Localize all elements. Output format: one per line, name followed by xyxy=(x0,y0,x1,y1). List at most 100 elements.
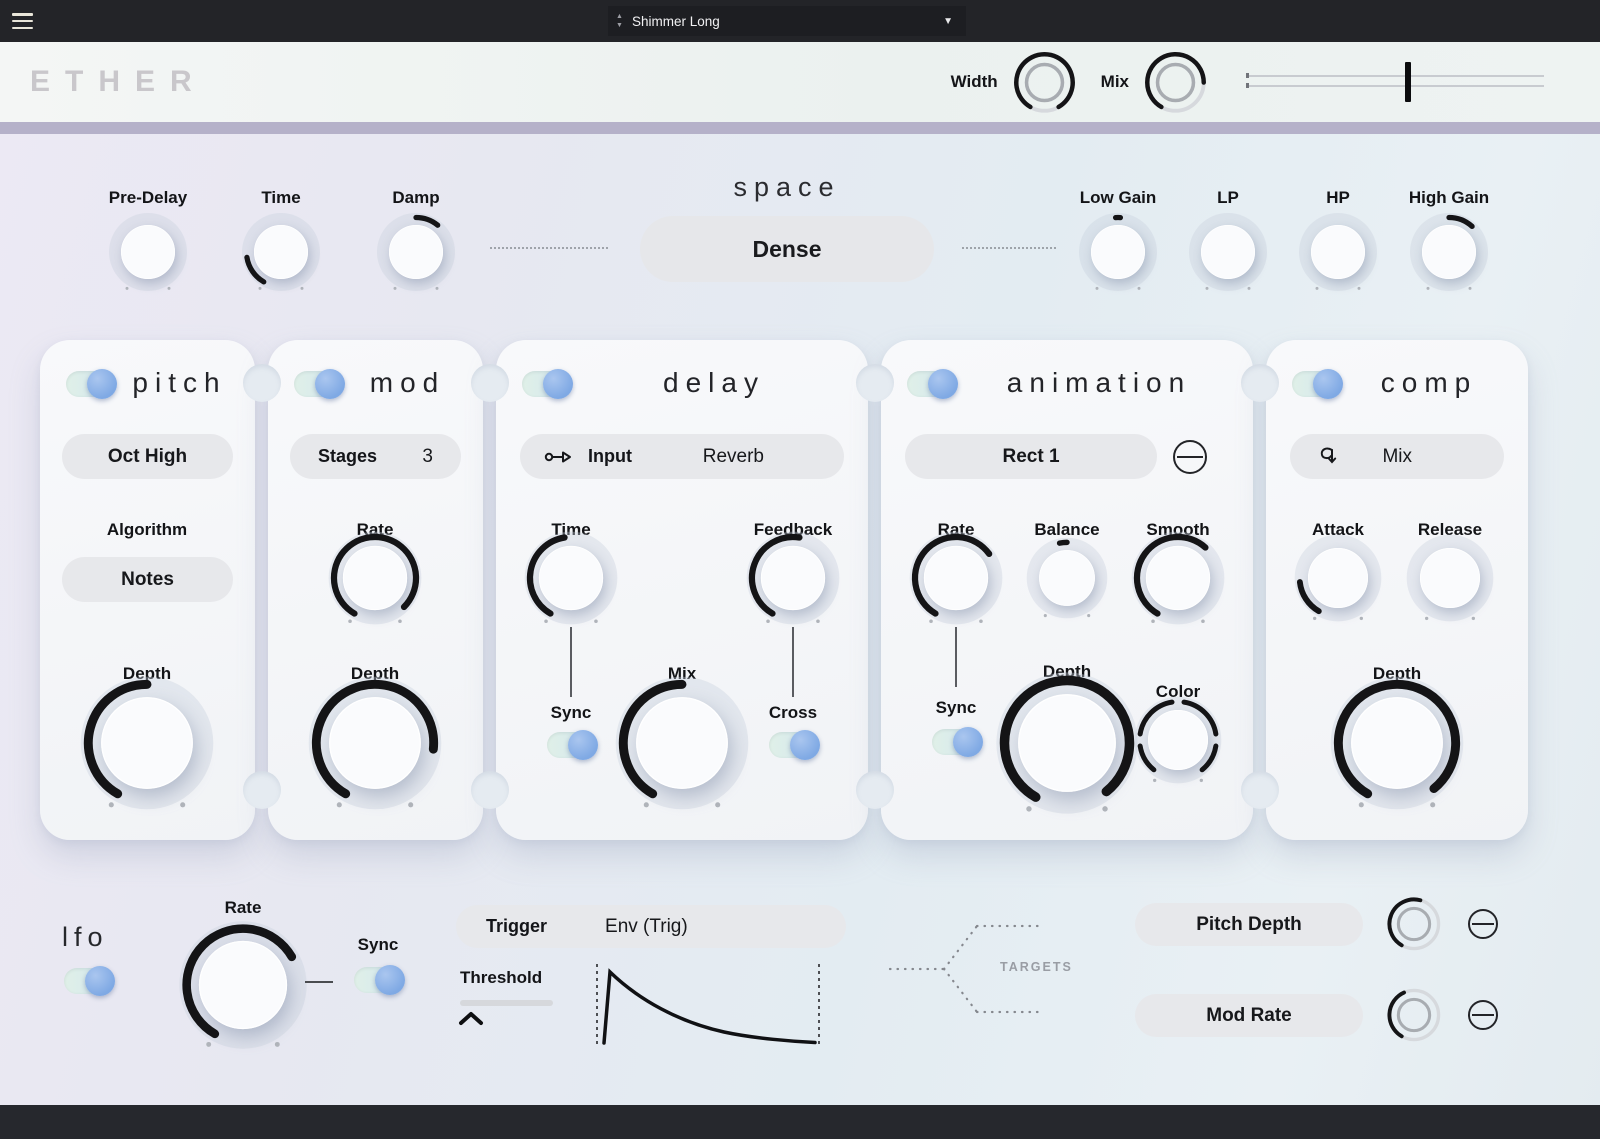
minus-circle-icon[interactable] xyxy=(1173,440,1207,474)
toggle-thumb xyxy=(1313,369,1343,399)
delay-time-knob[interactable] xyxy=(518,525,625,632)
animation-enable-toggle[interactable] xyxy=(907,371,955,397)
comp-depth-knob[interactable] xyxy=(1321,667,1474,820)
predelay-label: Pre-Delay xyxy=(109,188,187,208)
slider-track-line xyxy=(1246,85,1544,87)
lfo-section: lfo Rate Sync Trigger Env (Trig) Thresho… xyxy=(0,860,1600,1105)
lfo-enable-toggle[interactable] xyxy=(64,968,112,994)
mod-depth-knob[interactable] xyxy=(299,667,452,820)
time-label: Time xyxy=(261,188,300,208)
lfo-title: lfo xyxy=(62,922,109,953)
panel-comp: comp Mix Attack Release Depth xyxy=(1266,340,1528,840)
comp-enable-toggle[interactable] xyxy=(1292,371,1340,397)
preset-up-icon[interactable]: ▲ xyxy=(616,12,623,21)
damp-label: Damp xyxy=(392,188,439,208)
delay-sync-toggle[interactable] xyxy=(547,732,595,758)
animation-shape-selector[interactable]: Rect 1 xyxy=(905,434,1157,479)
target-2-value: Mod Rate xyxy=(1135,1005,1363,1027)
anim-depth-knob[interactable] xyxy=(986,662,1149,825)
comp-release-knob[interactable] xyxy=(1400,528,1500,628)
slider-tick xyxy=(1246,73,1249,78)
connector-line xyxy=(955,627,957,687)
mod-enable-toggle[interactable] xyxy=(294,371,342,397)
menu-icon[interactable] xyxy=(12,13,33,29)
threshold-slider[interactable] xyxy=(460,1000,553,1006)
trigger-selector[interactable]: Trigger Env (Trig) xyxy=(456,905,846,948)
time-knob[interactable] xyxy=(236,207,326,297)
pitch-algorithm-selector[interactable]: Notes xyxy=(62,557,233,602)
toggle-thumb xyxy=(375,965,405,995)
low-gain-knob[interactable] xyxy=(1073,207,1163,297)
signal-flow-icon xyxy=(544,447,574,467)
anim-balance-knob[interactable] xyxy=(1021,532,1114,625)
minus-circle-icon[interactable] xyxy=(1468,1000,1498,1030)
space-mode-button[interactable]: Dense xyxy=(640,216,934,282)
panel-notch xyxy=(1241,364,1279,402)
delay-feedback-knob[interactable] xyxy=(740,525,847,632)
width-knob[interactable] xyxy=(1006,44,1083,121)
panel-pitch: pitch Oct High Algorithm Notes Depth xyxy=(40,340,255,840)
pitch-enable-toggle[interactable] xyxy=(66,371,114,397)
anim-rate-knob[interactable] xyxy=(903,525,1010,632)
lfo-sync-toggle[interactable] xyxy=(354,967,402,993)
space-section: Pre-Delay Time Damp space Dense Low Gain… xyxy=(0,134,1600,340)
anim-color-knob[interactable] xyxy=(1128,690,1228,790)
slider-tick xyxy=(1246,83,1249,88)
target-2-amount-knob[interactable] xyxy=(1381,982,1448,1049)
pitch-voicing-selector[interactable]: Oct High xyxy=(62,434,233,479)
panel-animation: animation Rect 1 Rate Balance Smooth Syn… xyxy=(881,340,1253,840)
ether-logo: ETHER xyxy=(30,65,207,99)
pitch-depth-knob[interactable] xyxy=(71,667,224,820)
anim-sync-toggle[interactable] xyxy=(932,729,980,755)
comp-mode-value: Mix xyxy=(1382,446,1412,468)
preset-spinner[interactable]: ▲ ▼ xyxy=(608,12,632,30)
hp-knob[interactable] xyxy=(1293,207,1383,297)
connector-line xyxy=(792,627,794,697)
toggle-thumb xyxy=(953,727,983,757)
slider-handle[interactable] xyxy=(1405,62,1411,102)
header: ETHER Width Mix xyxy=(0,42,1600,122)
accent-strip xyxy=(0,122,1600,134)
delay-sync-label: Sync xyxy=(551,703,592,723)
delay-enable-toggle[interactable] xyxy=(522,371,570,397)
lp-knob[interactable] xyxy=(1183,207,1273,297)
mod-title: mod xyxy=(342,367,473,399)
animation-shape-value: Rect 1 xyxy=(905,446,1157,468)
slider-track-line xyxy=(1246,75,1544,77)
anim-smooth-knob[interactable] xyxy=(1125,525,1232,632)
threshold-handle-icon[interactable] xyxy=(458,1011,484,1026)
delay-mix-knob[interactable] xyxy=(606,667,759,820)
output-slider[interactable] xyxy=(1246,60,1544,104)
toggle-thumb xyxy=(87,369,117,399)
footer-bar xyxy=(0,1105,1600,1139)
target-1-value: Pitch Depth xyxy=(1135,914,1363,936)
delay-cross-toggle[interactable] xyxy=(769,732,817,758)
lfo-rate-knob[interactable] xyxy=(170,912,317,1059)
comp-attack-knob[interactable] xyxy=(1288,528,1388,628)
delay-input-selector[interactable]: Input Reverb xyxy=(520,434,844,479)
low-gain-label: Low Gain xyxy=(1080,188,1157,208)
mod-rate-knob[interactable] xyxy=(322,525,429,632)
target-slot-2[interactable]: Mod Rate xyxy=(1135,994,1363,1037)
chevron-down-icon[interactable]: ▼ xyxy=(943,16,966,27)
mix-knob[interactable] xyxy=(1137,44,1214,121)
preset-down-icon[interactable]: ▼ xyxy=(616,21,623,30)
stages-label: Stages xyxy=(318,446,377,467)
input-label: Input xyxy=(588,446,632,467)
predelay-knob[interactable] xyxy=(103,207,193,297)
effect-panels: pitch Oct High Algorithm Notes Depth mod… xyxy=(40,340,1528,840)
mod-stages-selector[interactable]: Stages 3 xyxy=(290,434,461,479)
input-value: Reverb xyxy=(703,446,764,468)
preset-selector[interactable]: ▲ ▼ Shimmer Long ▼ xyxy=(608,6,966,36)
high-gain-knob[interactable] xyxy=(1404,207,1494,297)
comp-mode-selector[interactable]: Mix xyxy=(1290,434,1504,479)
target-1-amount-knob[interactable] xyxy=(1381,891,1448,958)
panel-notch xyxy=(243,771,281,809)
target-slot-1[interactable]: Pitch Depth xyxy=(1135,903,1363,946)
trigger-value: Env (Trig) xyxy=(605,916,688,938)
damp-knob[interactable] xyxy=(371,207,461,297)
panel-notch xyxy=(471,364,509,402)
toggle-thumb xyxy=(928,369,958,399)
minus-circle-icon[interactable] xyxy=(1468,909,1498,939)
toggle-thumb xyxy=(568,730,598,760)
